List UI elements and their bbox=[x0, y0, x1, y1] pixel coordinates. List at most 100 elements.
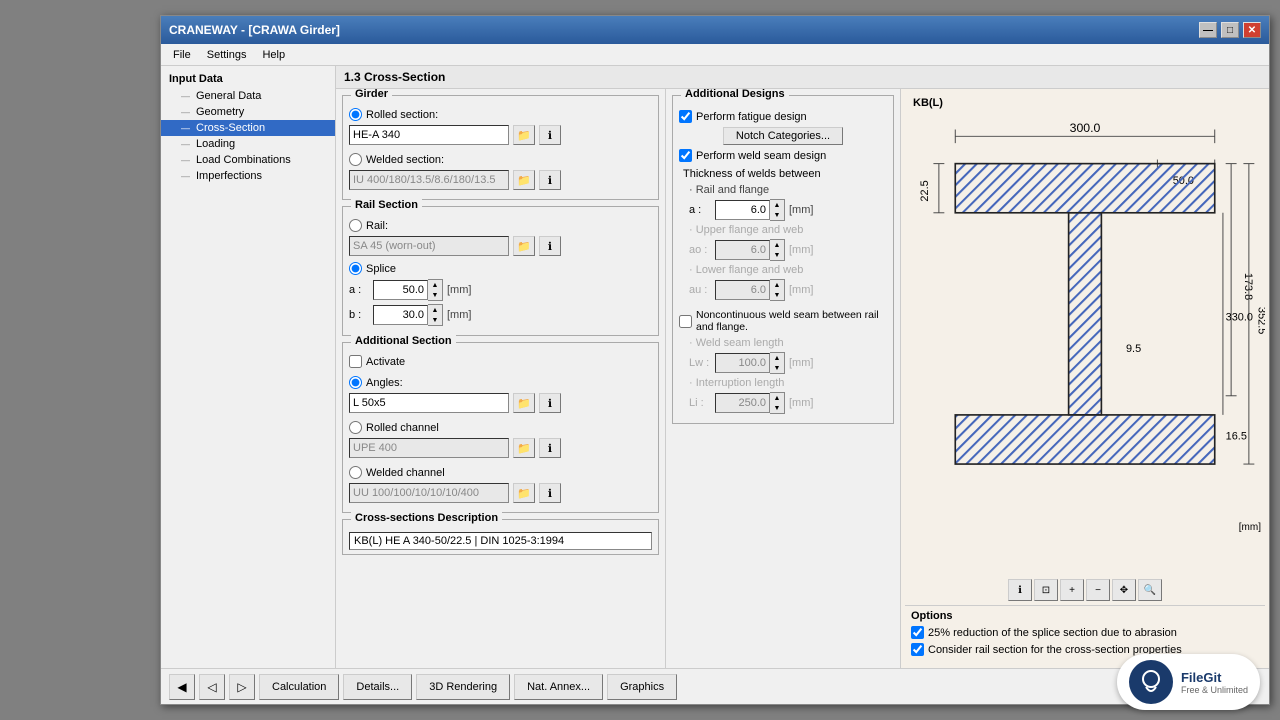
sidebar-item-loading[interactable]: Loading bbox=[161, 136, 335, 152]
drawing-label: KB(L) bbox=[913, 97, 943, 109]
rail-a-spin-buttons: ▲ ▼ bbox=[428, 279, 443, 301]
nat-annex-btn[interactable]: Nat. Annex... bbox=[514, 674, 603, 700]
weld-seam-checkbox[interactable] bbox=[679, 149, 692, 162]
rail-a-up-btn[interactable]: ▲ bbox=[428, 280, 442, 290]
fatigue-row: Perform fatigue design bbox=[679, 110, 887, 123]
rail-a-down-btn[interactable]: ▼ bbox=[428, 290, 442, 300]
menu-help[interactable]: Help bbox=[254, 47, 293, 63]
cross-section-svg: 300.0 50.0 22.5 bbox=[905, 109, 1265, 519]
activate-checkbox[interactable] bbox=[349, 355, 362, 368]
calculation-btn[interactable]: Calculation bbox=[259, 674, 339, 700]
welded-section-info-btn[interactable]: ℹ bbox=[539, 170, 561, 190]
welded-channel-info-btn[interactable]: ℹ bbox=[539, 483, 561, 503]
lw-row: Lw : ▲ ▼ [mm] bbox=[689, 352, 887, 374]
welded-channel-radio[interactable] bbox=[349, 466, 362, 479]
svg-text:22.5: 22.5 bbox=[919, 180, 931, 201]
rendering-btn[interactable]: 3D Rendering bbox=[416, 674, 510, 700]
au-up-btn[interactable]: ▲ bbox=[770, 280, 784, 290]
ad-a-field[interactable] bbox=[715, 200, 770, 220]
watermark-logo bbox=[1129, 660, 1173, 704]
sidebar-item-load-combinations[interactable]: Load Combinations bbox=[161, 152, 335, 168]
welded-section-browse-btn[interactable]: 📁 bbox=[513, 170, 535, 190]
rolled-channel-browse-btn[interactable]: 📁 bbox=[513, 438, 535, 458]
angles-input[interactable] bbox=[349, 393, 509, 413]
rail-b-row: b : ▲ ▼ [mm] bbox=[349, 304, 652, 326]
main-window: CRANEWAY - [CRAWA Girder] — □ ✕ File Set… bbox=[160, 15, 1270, 705]
au-field bbox=[715, 280, 770, 300]
rolled-section-info-btn[interactable]: ℹ bbox=[539, 125, 561, 145]
info-draw-btn[interactable]: ℹ bbox=[1008, 579, 1032, 601]
lw-label: Lw : bbox=[689, 357, 711, 369]
rail-a-field[interactable] bbox=[373, 280, 428, 300]
li-down-btn[interactable]: ▼ bbox=[770, 403, 784, 413]
ao-down-btn[interactable]: ▼ bbox=[770, 250, 784, 260]
angles-radio[interactable] bbox=[349, 376, 362, 389]
pan-btn[interactable]: ✥ bbox=[1112, 579, 1136, 601]
rolled-section-browse-btn[interactable]: 📁 bbox=[513, 125, 535, 145]
rolled-section-input[interactable] bbox=[349, 125, 509, 145]
zoom-region-btn[interactable]: 🔍 bbox=[1138, 579, 1162, 601]
rolled-channel-radio[interactable] bbox=[349, 421, 362, 434]
rail-radio[interactable] bbox=[349, 219, 362, 232]
watermark-sub: Free & Unlimited bbox=[1181, 685, 1248, 695]
rail-b-down-btn[interactable]: ▼ bbox=[428, 315, 442, 325]
graphics-btn[interactable]: Graphics bbox=[607, 674, 677, 700]
noncont-checkbox[interactable] bbox=[679, 315, 692, 328]
svg-text:352.5: 352.5 bbox=[1255, 307, 1265, 334]
lw-up-btn[interactable]: ▲ bbox=[770, 353, 784, 363]
welded-section-radio[interactable] bbox=[349, 153, 362, 166]
ad-a-down-btn[interactable]: ▼ bbox=[770, 210, 784, 220]
rolled-channel-input-row: 📁 ℹ bbox=[349, 438, 652, 458]
rail-section-group: Rail Section Rail: 📁 ℹ Splice bbox=[342, 206, 659, 336]
sidebar-item-imperfections[interactable]: Imperfections bbox=[161, 168, 335, 184]
ad-a-up-btn[interactable]: ▲ bbox=[770, 200, 784, 210]
close-button[interactable]: ✕ bbox=[1243, 22, 1261, 38]
svg-text:16.5: 16.5 bbox=[1226, 430, 1247, 442]
zoom-fit-btn[interactable]: ⊡ bbox=[1034, 579, 1058, 601]
rail-b-field[interactable] bbox=[373, 305, 428, 325]
rail-browse-btn[interactable]: 📁 bbox=[513, 236, 535, 256]
rail-a-row: a : ▲ ▼ [mm] bbox=[349, 279, 652, 301]
details-btn[interactable]: Details... bbox=[343, 674, 412, 700]
rolled-section-radio[interactable] bbox=[349, 108, 362, 121]
drawing-area: KB(L) 300.0 50.0 bbox=[905, 93, 1265, 575]
lw-down-btn[interactable]: ▼ bbox=[770, 363, 784, 373]
sidebar-item-cross-section[interactable]: Cross-Section bbox=[161, 120, 335, 136]
maximize-button[interactable]: □ bbox=[1221, 22, 1239, 38]
rail-b-up-btn[interactable]: ▲ bbox=[428, 305, 442, 315]
rail-label: Rail: bbox=[366, 220, 388, 232]
angles-browse-btn[interactable]: 📁 bbox=[513, 393, 535, 413]
girder-title: Girder bbox=[351, 89, 392, 100]
zoom-in-btn[interactable]: + bbox=[1060, 579, 1084, 601]
sidebar-item-geometry[interactable]: Geometry bbox=[161, 104, 335, 120]
au-down-btn[interactable]: ▼ bbox=[770, 290, 784, 300]
li-up-btn[interactable]: ▲ bbox=[770, 393, 784, 403]
middle-panel: Additional Designs Perform fatigue desig… bbox=[666, 89, 901, 668]
rail-info-btn[interactable]: ℹ bbox=[539, 236, 561, 256]
menu-file[interactable]: File bbox=[165, 47, 199, 63]
rail-flange-label-row: · Rail and flange bbox=[689, 184, 887, 196]
sidebar-item-general-data[interactable]: General Data bbox=[161, 88, 335, 104]
rail-a-spin: ▲ ▼ bbox=[373, 279, 443, 301]
mm-label: [mm] bbox=[905, 522, 1265, 533]
fatigue-checkbox[interactable] bbox=[679, 110, 692, 123]
nav-next-btn[interactable]: ▷ bbox=[229, 674, 255, 700]
welded-channel-input-row: 📁 ℹ bbox=[349, 483, 652, 503]
minimize-button[interactable]: — bbox=[1199, 22, 1217, 38]
upper-flange-label-row: · Upper flange and web bbox=[689, 224, 887, 236]
zoom-out-btn[interactable]: − bbox=[1086, 579, 1110, 601]
welded-channel-browse-btn[interactable]: 📁 bbox=[513, 483, 535, 503]
rolled-section-row: Rolled section: bbox=[349, 108, 652, 121]
opt1-checkbox[interactable] bbox=[911, 626, 924, 639]
notch-categories-btn[interactable]: Notch Categories... bbox=[723, 127, 843, 145]
opt2-checkbox[interactable] bbox=[911, 643, 924, 656]
splice-radio[interactable] bbox=[349, 262, 362, 275]
ao-up-btn[interactable]: ▲ bbox=[770, 240, 784, 250]
rolled-channel-info-btn[interactable]: ℹ bbox=[539, 438, 561, 458]
bottom-toolbar: ◀ ◁ ▷ Calculation Details... 3D Renderin… bbox=[161, 668, 1269, 704]
nav-back-btn[interactable]: ◀ bbox=[169, 674, 195, 700]
nav-prev-btn[interactable]: ◁ bbox=[199, 674, 225, 700]
angles-info-btn[interactable]: ℹ bbox=[539, 393, 561, 413]
menu-settings[interactable]: Settings bbox=[199, 47, 255, 63]
description-group: Cross-sections Description KB(L) HE A 34… bbox=[342, 519, 659, 555]
